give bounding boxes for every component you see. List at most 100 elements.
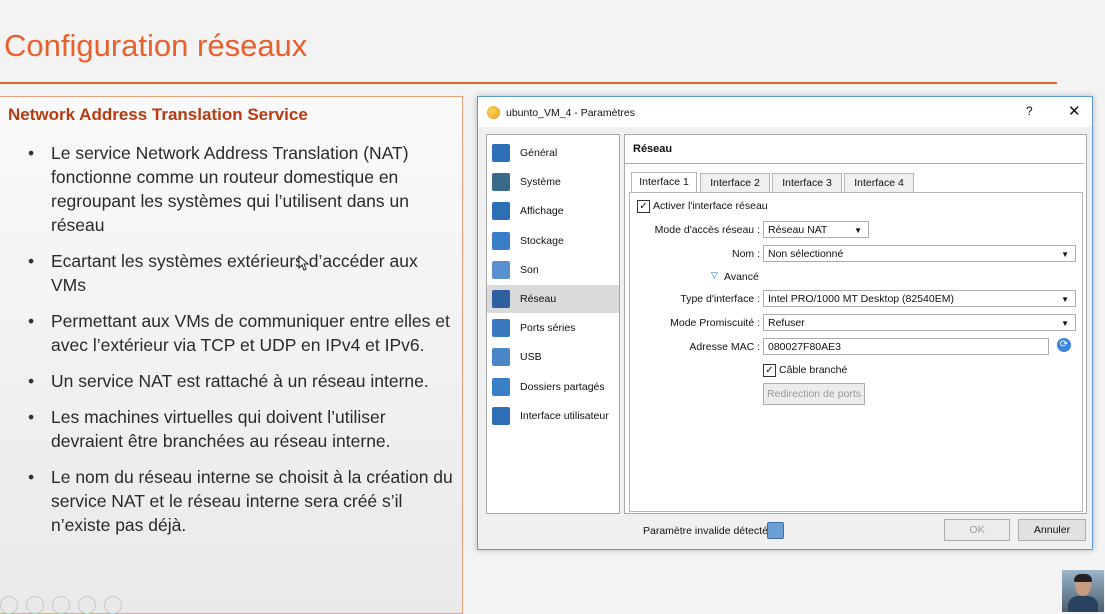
panel-heading: Network Address Translation Service bbox=[8, 105, 308, 124]
tab-interface-1[interactable]: Interface 1 bbox=[631, 172, 697, 193]
sidebar-item-label: Dossiers partagés bbox=[520, 380, 605, 393]
person-hair bbox=[1074, 574, 1092, 582]
port-forwarding-button[interactable]: Redirection de ports bbox=[763, 383, 865, 405]
warning-icon[interactable] bbox=[767, 522, 784, 539]
name-label: Nom : bbox=[731, 248, 760, 260]
ui-window-icon bbox=[492, 406, 510, 425]
bullet-item: • Permettant aux VMs de communiquer entre… bbox=[28, 309, 453, 357]
sidebar-item-label: Général bbox=[520, 147, 558, 159]
adapter-type-value: Intel PRO/1000 MT Desktop (82540EM) bbox=[768, 293, 954, 305]
bullet-item: • Un service NAT est rattaché à un réseau… bbox=[28, 369, 453, 393]
content-panel: Network Address Translation Service • Le … bbox=[0, 96, 463, 614]
mac-address-label: Adresse MAC : bbox=[689, 341, 760, 353]
settings-dialog: ubunto_VM_4 - Paramètres ? ✕ Général Syst… bbox=[477, 96, 1093, 550]
slides-icon[interactable] bbox=[52, 596, 70, 614]
usb-icon bbox=[492, 348, 510, 367]
dropdown-arrow-icon: ▼ bbox=[1061, 295, 1069, 304]
sidebar-item-affichage[interactable]: Affichage bbox=[487, 197, 619, 225]
tab-interface-2[interactable]: Interface 2 bbox=[700, 173, 770, 192]
tab-interface-4[interactable]: Interface 4 bbox=[844, 173, 914, 192]
bullet-item: • Les machines virtuelles qui doivent l’u… bbox=[28, 405, 453, 453]
ok-button[interactable]: OK bbox=[944, 519, 1010, 541]
network-icon bbox=[492, 290, 510, 308]
dialog-title: ubunto_VM_4 - Paramètres bbox=[506, 107, 635, 119]
virtualbox-icon bbox=[487, 106, 500, 119]
sidebar-item-système[interactable]: Système bbox=[487, 168, 619, 196]
zoom-icon[interactable] bbox=[78, 596, 96, 614]
cable-connected-label: Câble branché bbox=[779, 364, 848, 376]
sidebar-item-son[interactable]: Son bbox=[487, 256, 619, 284]
sidebar-item-stockage[interactable]: Stockage bbox=[487, 227, 619, 255]
serial-port-icon bbox=[492, 319, 510, 338]
mac-address-input[interactable]: 080027F80AE3 bbox=[763, 338, 1049, 355]
sidebar-item-dossiers-partagés[interactable]: Dossiers partagés bbox=[487, 373, 619, 401]
monitor-icon bbox=[492, 144, 510, 162]
adapter-type-label: Type d'interface : bbox=[680, 293, 760, 305]
bullet-dot-icon: • bbox=[28, 467, 35, 487]
sidebar-item-usb[interactable]: USB bbox=[487, 343, 619, 371]
sidebar-item-label: Système bbox=[520, 176, 561, 189]
help-button[interactable]: ? bbox=[1026, 104, 1033, 118]
bullet-item: • Le nom du réseau interne se choisit à l… bbox=[28, 465, 453, 537]
promiscuous-value: Refuser bbox=[768, 317, 805, 329]
person-body bbox=[1068, 596, 1098, 612]
bullet-dot-icon: • bbox=[28, 311, 35, 331]
bullet-text: Permettant aux VMs de communiquer entre … bbox=[51, 311, 450, 355]
dropdown-arrow-icon: ▼ bbox=[1061, 250, 1069, 259]
pen-icon[interactable] bbox=[26, 596, 44, 614]
advanced-toggle[interactable]: Avancé bbox=[724, 271, 759, 283]
sidebar-item-label: Affichage bbox=[520, 205, 564, 218]
bullet-item: • Le service Network Address Translation … bbox=[28, 141, 453, 237]
slide-title: Configuration réseaux bbox=[4, 28, 308, 63]
tab-interface-3[interactable]: Interface 3 bbox=[772, 173, 842, 192]
sidebar-item-label: Ports séries bbox=[520, 322, 576, 335]
cable-connected-checkbox[interactable]: ✓ bbox=[763, 364, 776, 377]
tab-page: ✓ Activer l'interface réseau Mode d'accè… bbox=[629, 192, 1083, 512]
disk-icon bbox=[492, 231, 510, 250]
promiscuous-select[interactable]: Refuser ▼ bbox=[763, 314, 1076, 331]
network-name-select[interactable]: Non sélectionné ▼ bbox=[763, 245, 1076, 262]
refresh-mac-icon[interactable]: ⟳ bbox=[1057, 338, 1071, 352]
attached-to-select[interactable]: Réseau NAT ▼ bbox=[763, 221, 869, 238]
adapter-type-select[interactable]: Intel PRO/1000 MT Desktop (82540EM) ▼ bbox=[763, 290, 1076, 307]
bullet-text: Ecartant les systèmes extérieurs d’accéd… bbox=[51, 251, 418, 295]
sidebar-item-label: Son bbox=[520, 263, 539, 276]
prev-icon[interactable] bbox=[0, 596, 18, 614]
bullet-item: • Ecartant les systèmes extérieurs d’accé… bbox=[28, 249, 453, 297]
bullet-text: Les machines virtuelles qui doivent l’ut… bbox=[51, 407, 391, 451]
sidebar-item-label: Réseau bbox=[520, 293, 557, 305]
mouse-cursor-icon bbox=[298, 255, 310, 271]
chip-icon bbox=[492, 173, 510, 192]
bullet-dot-icon: • bbox=[28, 251, 35, 271]
sidebar-item-ports-séries[interactable]: Ports séries bbox=[487, 314, 619, 342]
sidebar-item-général[interactable]: Général bbox=[487, 139, 619, 167]
cancel-button[interactable]: Annuler bbox=[1018, 519, 1086, 541]
sidebar-item-label: Interface utilisateur bbox=[520, 409, 609, 422]
settings-sidebar: Général Système Affichage Stockage Son Réseau… bbox=[486, 134, 620, 514]
section-header: Réseau bbox=[625, 135, 1084, 164]
promiscuous-label: Mode Promiscuité : bbox=[670, 317, 760, 329]
more-icon[interactable] bbox=[104, 596, 122, 614]
speaker-icon bbox=[492, 260, 510, 279]
bullet-list: • Le service Network Address Translation … bbox=[28, 141, 453, 549]
dialog-titlebar: ubunto_VM_4 - Paramètres ? ✕ bbox=[478, 97, 1092, 127]
presenter-toolbar bbox=[0, 596, 122, 614]
webcam-overlay bbox=[1062, 570, 1104, 612]
bullet-dot-icon: • bbox=[28, 407, 35, 427]
enable-adapter-checkbox[interactable]: ✓ bbox=[637, 200, 650, 213]
bullet-text: Le service Network Address Translation (… bbox=[51, 143, 409, 235]
folder-icon bbox=[492, 377, 510, 396]
dropdown-arrow-icon: ▼ bbox=[1061, 319, 1069, 328]
attached-to-value: Réseau NAT bbox=[768, 224, 828, 236]
sidebar-item-label: USB bbox=[520, 351, 542, 364]
sidebar-item-réseau[interactable]: Réseau bbox=[487, 285, 619, 313]
advanced-toggle-icon[interactable]: ▽ bbox=[711, 270, 718, 281]
bullet-text: Un service NAT est rattaché à un réseau … bbox=[51, 371, 429, 391]
close-button[interactable]: ✕ bbox=[1068, 102, 1081, 120]
title-divider bbox=[0, 82, 1057, 84]
dropdown-arrow-icon: ▼ bbox=[854, 226, 862, 235]
bullet-dot-icon: • bbox=[28, 371, 35, 391]
display-icon bbox=[492, 202, 510, 221]
settings-content: Réseau Interface 1 Interface 2 Interface… bbox=[624, 134, 1087, 514]
sidebar-item-interface-utilisateur[interactable]: Interface utilisateur bbox=[487, 402, 619, 430]
